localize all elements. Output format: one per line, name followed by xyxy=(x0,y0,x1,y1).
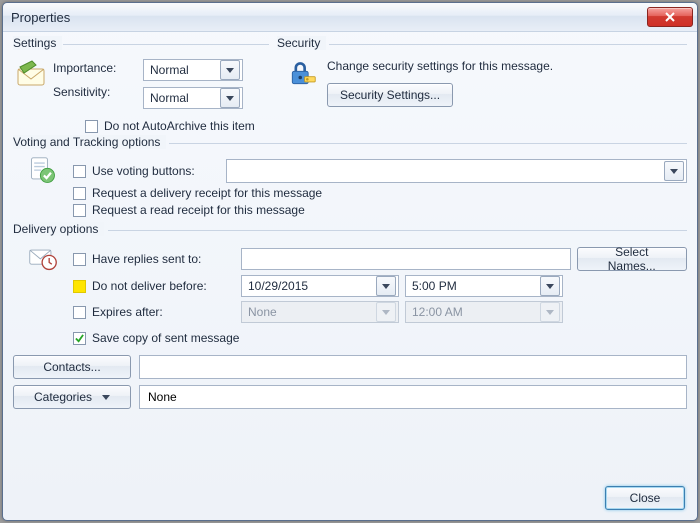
have-replies-input[interactable] xyxy=(241,248,571,270)
not-before-time-select[interactable]: 5:00 PM xyxy=(405,275,563,297)
do-not-deliver-label: Do not deliver before: xyxy=(92,279,207,293)
security-icon xyxy=(277,59,327,89)
categories-button[interactable]: Categories xyxy=(13,385,131,409)
do-not-deliver-highlight xyxy=(73,280,86,293)
security-description: Change security settings for this messag… xyxy=(327,59,687,73)
expires-date-select: None xyxy=(241,301,399,323)
window-close-button[interactable] xyxy=(647,7,693,27)
sensitivity-label: Sensitivity: xyxy=(53,85,143,99)
use-voting-label: Use voting buttons: xyxy=(92,164,220,178)
categories-value: None xyxy=(139,385,687,409)
properties-dialog: Properties Settings xyxy=(2,2,698,521)
expires-time-select: 12:00 AM xyxy=(405,301,563,323)
close-icon xyxy=(664,12,676,22)
importance-select[interactable]: Normal xyxy=(143,59,243,81)
not-before-date-select[interactable]: 10/29/2015 xyxy=(241,275,399,297)
chevron-down-icon xyxy=(664,161,684,181)
delivery-receipt-checkbox[interactable] xyxy=(73,187,86,200)
contacts-input[interactable] xyxy=(139,355,687,379)
have-replies-label: Have replies sent to: xyxy=(92,252,201,266)
read-receipt-checkbox[interactable] xyxy=(73,204,86,217)
settings-icon xyxy=(13,59,53,89)
security-group: Security Change security settings fo xyxy=(277,44,687,113)
close-button[interactable]: Close xyxy=(605,486,685,510)
sensitivity-select[interactable]: Normal xyxy=(143,87,243,109)
titlebar: Properties xyxy=(3,3,697,32)
select-names-button[interactable]: Select Names... xyxy=(577,247,687,271)
delivery-legend: Delivery options xyxy=(13,222,104,236)
chevron-down-icon xyxy=(376,276,396,296)
settings-group: Settings Importance: Sensitivity: xyxy=(13,44,269,113)
chevron-down-icon xyxy=(220,88,240,108)
use-voting-checkbox[interactable] xyxy=(73,165,86,178)
security-legend: Security xyxy=(277,36,326,50)
expires-after-label: Expires after: xyxy=(92,305,163,319)
voting-buttons-select[interactable] xyxy=(226,159,687,183)
autoarchive-checkbox[interactable] xyxy=(85,120,98,133)
read-receipt-label: Request a read receipt for this message xyxy=(92,203,305,217)
expires-after-checkbox[interactable] xyxy=(73,306,86,319)
chevron-down-icon xyxy=(540,276,560,296)
delivery-icon xyxy=(13,243,73,273)
chevron-down-icon xyxy=(102,395,110,400)
delivery-receipt-label: Request a delivery receipt for this mess… xyxy=(92,186,322,200)
save-copy-checkbox[interactable] xyxy=(73,332,86,345)
have-replies-checkbox[interactable] xyxy=(73,253,86,266)
chevron-down-icon xyxy=(220,60,240,80)
autoarchive-label: Do not AutoArchive this item xyxy=(104,119,255,133)
window-title: Properties xyxy=(11,10,647,25)
voting-legend: Voting and Tracking options xyxy=(13,135,166,149)
importance-label: Importance: xyxy=(53,61,143,75)
delivery-options-group: Delivery options Have replies se xyxy=(13,230,687,409)
settings-legend: Settings xyxy=(13,36,62,50)
contacts-button[interactable]: Contacts... xyxy=(13,355,131,379)
voting-icon xyxy=(13,156,73,186)
chevron-down-icon xyxy=(376,302,396,322)
voting-tracking-group: Voting and Tracking options Use voting b… xyxy=(13,143,687,220)
security-settings-button[interactable]: Security Settings... xyxy=(327,83,453,107)
save-copy-label: Save copy of sent message xyxy=(92,331,239,345)
chevron-down-icon xyxy=(540,302,560,322)
